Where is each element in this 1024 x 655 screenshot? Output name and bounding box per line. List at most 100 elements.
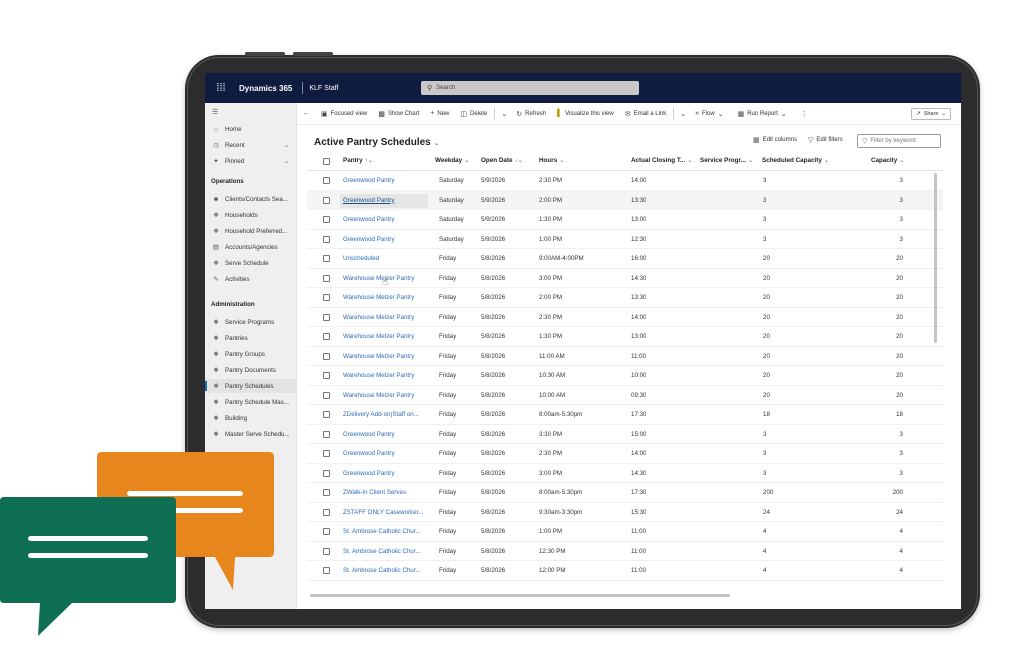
table-row[interactable]: ZSTAFF ONLY Caseworker... Friday 5/8/2026 9…	[307, 503, 943, 522]
sidebar-item-pantry-groups[interactable]: ❖ Pantry Groups	[205, 347, 297, 361]
sidebar-item-pantry-schedules[interactable]: ❖ Pantry Schedules	[205, 379, 297, 393]
sidebar-item-accounts[interactable]: ▤ Accounts/Agencies	[205, 240, 297, 254]
cell-pantry[interactable]: Greenwood Pantry	[343, 236, 431, 243]
flow-button[interactable]: » Flow ⌄	[695, 110, 726, 118]
sidebar-item-recent[interactable]: ◷ Recent ⌄	[205, 138, 297, 152]
cell-pantry[interactable]: Greenwood Pantry	[340, 193, 428, 208]
cell-pantry[interactable]: Warehouse Melzer Pantry	[343, 314, 431, 321]
share-button[interactable]: ↗ Share ⌄	[911, 108, 951, 120]
email-link-button[interactable]: ✉ Email a Link	[625, 110, 667, 118]
delete-dropdown[interactable]: ⌄	[501, 110, 510, 118]
sidebar-item-home[interactable]: ⌂ Home	[205, 122, 297, 136]
table-row[interactable]: Warehouse Melzer Pantry Friday 5/8/2026 11:…	[307, 347, 943, 366]
waffle-icon[interactable]: ⁞⁞⁞	[209, 82, 233, 94]
sidebar-item-master-serve-schedule[interactable]: ❖ Master Serve Schedu...	[205, 427, 297, 441]
table-row[interactable]: St. Ambrose Catholic Chur... Friday 5/8/20…	[307, 561, 943, 581]
row-checkbox[interactable]	[323, 352, 330, 360]
row-checkbox[interactable]	[323, 255, 330, 262]
table-row[interactable]: Warehouse Melzer Pantry Friday 5/8/2026 3:0…	[307, 269, 943, 288]
sidebar-item-pantry-schedule-master[interactable]: ❖ Pantry Schedule Mas...	[205, 395, 297, 409]
table-row[interactable]: Unscheduled Friday 5/8/2026 9:00AM-4:00PM 16…	[307, 249, 943, 269]
row-checkbox[interactable]	[323, 196, 330, 204]
column-header-actual-closing[interactable]: Actual Closing T... ⌄	[631, 157, 693, 164]
vertical-scrollbar[interactable]	[934, 173, 937, 343]
visualize-button[interactable]: ▌ Visualize this view	[557, 110, 614, 117]
table-row[interactable]: Warehouse Melzer Pantry Friday 5/8/2026 10:…	[307, 386, 943, 405]
table-row[interactable]: Greenwood Pantry Saturday 5/9/2026 2:00 PM 1…	[307, 190, 943, 210]
row-checkbox[interactable]	[323, 469, 330, 477]
cell-pantry[interactable]: Warehouse Melzer Pantry	[343, 392, 431, 399]
row-checkbox[interactable]	[323, 294, 330, 301]
table-row[interactable]: Warehouse Melzer Pantry Friday 5/8/2026 2:3…	[307, 308, 943, 327]
sidebar-item-pantry-documents[interactable]: ❖ Pantry Documents	[205, 363, 297, 377]
edit-columns-button[interactable]: ▦ Edit columns	[753, 136, 797, 144]
column-header-pantry[interactable]: Pantry ↑⌄	[343, 157, 373, 164]
sidebar-item-serve-schedule[interactable]: ❖ Serve Schedule	[205, 256, 297, 270]
column-header-weekday[interactable]: Weekday ⌄	[435, 157, 469, 164]
cell-pantry[interactable]: ZDelivery Add-on(Staff on...	[343, 411, 431, 418]
row-checkbox[interactable]	[323, 391, 330, 399]
row-checkbox[interactable]	[323, 177, 330, 184]
table-row[interactable]: ZWalk-In Client Serves Friday 5/8/2026 8:00…	[307, 483, 943, 503]
app-name[interactable]: Dynamics 365	[239, 84, 292, 93]
cell-pantry[interactable]: Greenwood Pantry	[343, 470, 431, 477]
sidebar-item-clients[interactable]: ☻ Clients/Contacts Sea...	[205, 192, 297, 206]
row-checkbox[interactable]	[323, 489, 330, 496]
back-button[interactable]: ←	[303, 110, 313, 117]
table-row[interactable]: Greenwood Pantry Saturday 5/9/2026 1:30 PM 1…	[307, 210, 943, 230]
hamburger-icon[interactable]: ☰	[212, 108, 218, 116]
row-checkbox[interactable]	[323, 430, 330, 438]
sidebar-item-pantries[interactable]: ❖ Pantries	[205, 331, 297, 345]
column-header-open-date[interactable]: Open Date ↓⌄	[481, 157, 523, 164]
row-checkbox[interactable]	[323, 333, 330, 340]
cell-pantry[interactable]: Greenwood Pantry	[343, 450, 431, 457]
sidebar-item-activities[interactable]: ✎ Activities	[205, 272, 297, 286]
focused-view-button[interactable]: ▣ Focused view	[321, 110, 367, 118]
row-checkbox[interactable]	[323, 372, 330, 379]
delete-button[interactable]: ◫ Delete	[460, 110, 487, 118]
environment-name[interactable]: KLF Staff	[309, 85, 338, 92]
cell-pantry[interactable]: Greenwood Pantry	[343, 216, 431, 223]
row-checkbox[interactable]	[323, 567, 330, 574]
row-checkbox[interactable]	[323, 528, 330, 535]
cell-pantry[interactable]: St. Ambrose Catholic Chur...	[343, 528, 431, 535]
row-checkbox[interactable]	[323, 508, 330, 516]
cell-pantry[interactable]: ZWalk-In Client Serves	[343, 489, 431, 496]
view-selector[interactable]: Active Pantry Schedules ⌄	[314, 137, 440, 148]
column-header-scheduled-capacity[interactable]: Scheduled Capacity ⌄	[762, 157, 829, 164]
horizontal-scrollbar[interactable]	[310, 594, 730, 597]
table-row[interactable]: Greenwood Pantry Friday 5/8/2026 3:00 PM 14:…	[307, 464, 943, 483]
cell-pantry[interactable]: St. Ambrose Catholic Chur...	[343, 548, 431, 555]
table-row[interactable]: Greenwood Pantry Friday 5/8/2026 3:30 PM 15:…	[307, 425, 943, 444]
cell-pantry[interactable]: ZSTAFF ONLY Caseworker...	[343, 509, 431, 516]
row-checkbox[interactable]	[323, 274, 330, 282]
row-checkbox[interactable]	[323, 411, 330, 418]
cell-pantry[interactable]: Warehouse Melzer Pantry	[343, 333, 431, 340]
table-row[interactable]: Warehouse Melzer Pantry Friday 5/8/2026 1:3…	[307, 327, 943, 347]
cell-pantry[interactable]: St. Ambrose Catholic Chur...	[343, 567, 431, 574]
table-row[interactable]: Warehouse Melzer Pantry Friday 5/8/2026 2:0…	[307, 288, 943, 308]
cell-pantry[interactable]: Greenwood Pantry	[343, 177, 431, 184]
table-row[interactable]: St. Ambrose Catholic Chur... Friday 5/8/20…	[307, 542, 943, 561]
sidebar-item-service-programs[interactable]: ❖ Service Programs	[205, 315, 297, 329]
show-chart-button[interactable]: ▩ Show Chart	[378, 110, 419, 118]
cell-pantry[interactable]: Warehouse Melzer Pantry	[343, 372, 431, 379]
row-checkbox[interactable]	[323, 547, 330, 555]
more-commands-button[interactable]: ⋮	[801, 110, 811, 118]
cell-pantry[interactable]: Greenwood Pantry	[343, 431, 431, 438]
column-header-hours[interactable]: Hours ⌄	[539, 157, 564, 164]
chevron-down-icon[interactable]: ⌄	[284, 158, 289, 165]
sidebar-item-household-preferred[interactable]: ❖ Household Preferred...	[205, 224, 297, 238]
table-row[interactable]: Greenwood Pantry Friday 5/8/2026 2:30 PM 14:…	[307, 444, 943, 464]
table-row[interactable]: ZDelivery Add-on(Staff on... Friday 5/8/20…	[307, 405, 943, 425]
refresh-button[interactable]: ↻ Refresh	[516, 110, 546, 118]
column-header-capacity[interactable]: Capacity ⌄	[871, 157, 905, 164]
select-all-checkbox[interactable]	[323, 158, 330, 165]
email-dropdown[interactable]: ⌄	[680, 110, 689, 118]
row-checkbox[interactable]	[323, 235, 330, 243]
new-button[interactable]: + New	[430, 110, 449, 117]
table-row[interactable]: Greenwood Pantry Saturday 5/9/2026 2:30 PM 1…	[307, 171, 943, 191]
cell-pantry[interactable]: Warehouse Melzer Pantry	[343, 353, 431, 360]
row-checkbox[interactable]	[323, 216, 330, 223]
sidebar-item-pinned[interactable]: ✦ Pinned ⌄	[205, 154, 297, 168]
